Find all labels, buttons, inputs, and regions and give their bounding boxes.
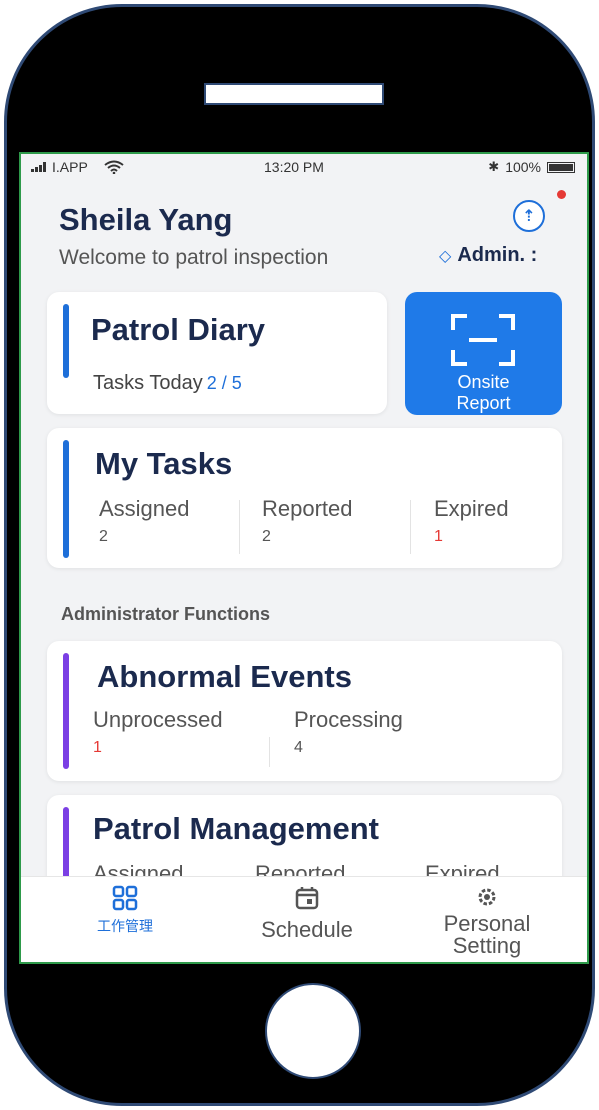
nav-label: 工作管理 — [97, 918, 153, 934]
stat-label: Assigned — [99, 496, 190, 521]
upload-icon: ⇡ — [522, 208, 536, 225]
stat-unprocessed[interactable]: Unprocessed 1 — [93, 707, 223, 767]
carrier-label: I.APP — [52, 159, 88, 175]
home-button[interactable] — [265, 983, 361, 1079]
stat-divider — [239, 500, 240, 554]
abnormal-events-card[interactable]: Abnormal Events Unprocessed 1 Processing… — [47, 641, 562, 781]
nav-label-line2: Setting — [452, 933, 522, 958]
my-tasks-title: My Tasks — [95, 446, 233, 481]
stat-label: Reported — [262, 496, 353, 521]
onsite-label-line1: Onsite — [457, 372, 510, 392]
bottom-nav: 工作管理 Schedule Personal Setting — [21, 876, 587, 962]
signal-icon — [31, 162, 46, 172]
abnormal-events-stats: Unprocessed 1 Processing 4 — [47, 707, 562, 767]
stat-label: Unprocessed — [93, 707, 223, 732]
stat-value: 1 — [434, 528, 443, 545]
role-selector[interactable]: ◇ Admin. : — [439, 244, 537, 267]
abnormal-events-title: Abnormal Events — [97, 659, 352, 694]
tasks-today: Tasks Today 2 / 5 — [93, 372, 242, 395]
status-bar: I.APP 13:20 PM ✱ 100% — [21, 154, 587, 180]
stat-value: 1 — [93, 739, 102, 756]
stat-value: 4 — [294, 739, 303, 756]
stat-divider — [269, 737, 270, 767]
stat-divider — [410, 500, 411, 554]
gear-icon — [478, 888, 496, 906]
stat-value: 2 — [262, 528, 271, 545]
section-label-admin: Administrator Functions — [61, 604, 271, 624]
onsite-report-label: Onsite Report — [405, 372, 562, 414]
upload-button[interactable]: ⇡ — [513, 200, 545, 232]
onsite-report-button[interactable]: Onsite Report — [405, 292, 562, 415]
stat-expired[interactable]: Expired 1 — [434, 496, 509, 556]
role-label: Admin. : — [457, 244, 538, 266]
status-left: I.APP — [31, 159, 124, 175]
battery-percent: 100% — [505, 159, 541, 175]
nav-label: Schedule — [261, 917, 353, 942]
tasks-today-count: 2 / 5 — [206, 373, 242, 393]
scan-icon — [451, 314, 515, 366]
my-tasks-stats: Assigned 2 Reported 2 Expired 1 — [47, 496, 562, 556]
nav-item-work-management[interactable]: 工作管理 — [85, 885, 165, 937]
tasks-today-label: Tasks Today — [93, 372, 203, 394]
phone-frame: I.APP 13:20 PM ✱ 100% Sheila Yang Welcom… — [4, 4, 595, 1106]
bluetooth-icon: ✱ — [488, 159, 500, 174]
patrol-management-title: Patrol Management — [93, 811, 379, 846]
nav-item-schedule[interactable]: Schedule — [247, 885, 367, 941]
status-right: ✱ 100% — [488, 159, 575, 175]
stat-label: Processing — [294, 707, 403, 732]
stat-processing[interactable]: Processing 4 — [294, 707, 403, 767]
stat-value: 2 — [99, 528, 108, 545]
dashboard-icon — [112, 885, 138, 911]
stat-assigned[interactable]: Assigned 2 — [99, 496, 190, 556]
diamond-icon: ◇ — [439, 247, 452, 265]
stat-label: Expired — [434, 496, 509, 521]
wifi-icon — [104, 160, 124, 174]
user-name: Sheila Yang — [59, 202, 233, 237]
welcome-text: Welcome to patrol inspection — [59, 246, 329, 269]
app-screen: I.APP 13:20 PM ✱ 100% Sheila Yang Welcom… — [19, 152, 589, 964]
onsite-label-line2: Report — [456, 393, 511, 413]
card-accent-bar — [63, 304, 69, 378]
stat-reported[interactable]: Reported 2 — [262, 496, 353, 556]
phone-speaker — [204, 83, 384, 105]
my-tasks-card[interactable]: My Tasks Assigned 2 Reported 2 Expired 1 — [47, 428, 562, 568]
calendar-icon — [295, 887, 319, 910]
nav-item-personal-setting[interactable]: Personal Setting — [427, 885, 547, 957]
patrol-diary-title: Patrol Diary — [91, 312, 266, 347]
patrol-diary-card[interactable]: Patrol Diary Tasks Today 2 / 5 — [47, 292, 387, 414]
nav-label-line1: Personal — [443, 911, 531, 936]
notification-dot — [557, 190, 566, 199]
status-time: 13:20 PM — [264, 159, 324, 175]
battery-icon — [547, 161, 575, 173]
